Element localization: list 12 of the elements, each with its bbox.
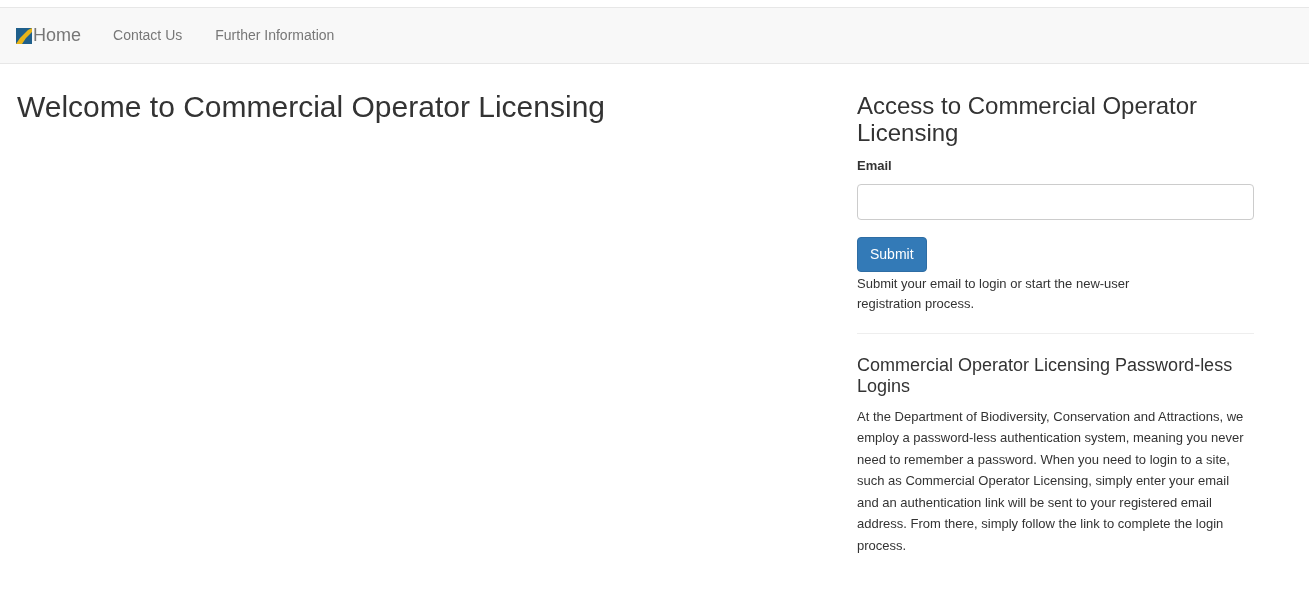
page-title: Welcome to Commercial Operator Licensing xyxy=(17,89,606,125)
nav-link[interactable]: Contact Us xyxy=(113,25,183,46)
info-title: Commercial Operator Licensing Password-less Logins xyxy=(857,354,1234,397)
info-text: At the Department of Biodiversity, Conservation and Attractions, we employ a password-less authentication system, meaning you never need to remember a password. When you need to login to a site, such as Commercial Operator Licensing, simply enter your email and an authentication link will be sent to your registered email address. From there, simply follow the link to complete the login process. xyxy=(857,407,1245,555)
email-field[interactable] xyxy=(857,183,1254,220)
logo-icon xyxy=(16,27,32,44)
submit-button[interactable]: Submit xyxy=(857,236,927,272)
nav-link[interactable]: Further Information xyxy=(215,25,335,46)
email-label: Email xyxy=(857,157,893,175)
home-link[interactable]: Home xyxy=(16,22,81,49)
login-title: Access to Commercial Operator Licensing xyxy=(857,92,1199,146)
submit-hint: Submit your email to login or start the new-user registration process. xyxy=(857,274,1131,313)
